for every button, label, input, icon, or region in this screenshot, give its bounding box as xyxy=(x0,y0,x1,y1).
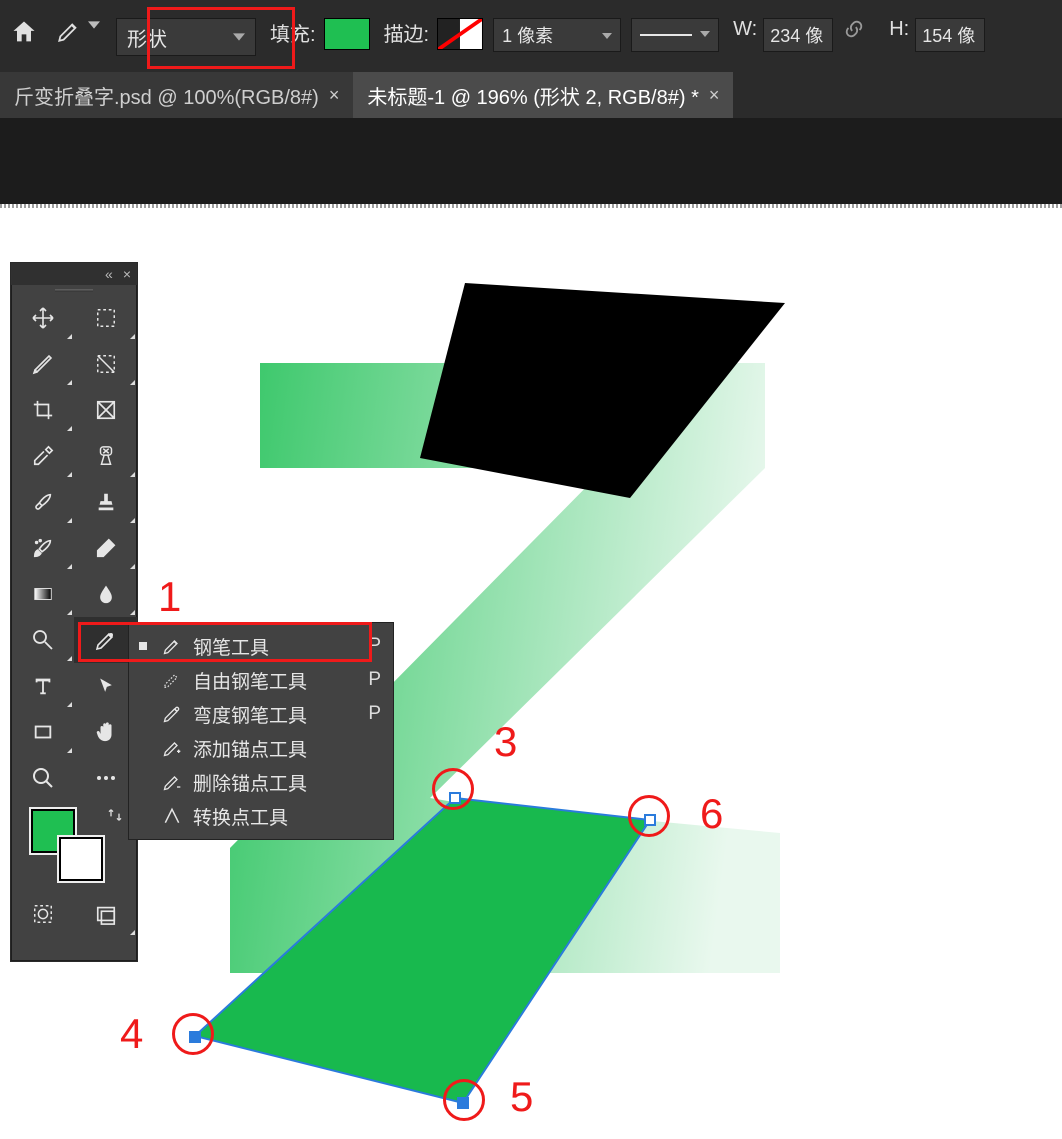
width-label: W: xyxy=(733,18,757,41)
fill-swatch[interactable] xyxy=(324,18,370,50)
brush-tool-icon[interactable] xyxy=(11,479,74,525)
stroke-width-value: 1 像素 xyxy=(502,22,553,48)
height-field[interactable]: 154 像 xyxy=(915,18,985,52)
chevron-down-icon xyxy=(700,26,710,44)
document-tabs: 斤变折叠字.psd @ 100%(RGB/8#) × 未标题-1 @ 196% … xyxy=(0,72,1062,118)
toolbox-footer xyxy=(11,891,137,937)
quickmask-icon[interactable] xyxy=(11,891,74,937)
rectangle-tool-icon[interactable] xyxy=(11,709,74,755)
tab-label: 未标题-1 @ 196% (形状 2, RGB/8#) * xyxy=(367,81,699,110)
collapse-icon[interactable]: « xyxy=(105,266,113,282)
pen-tool-icon[interactable] xyxy=(56,18,82,49)
toolbox-grid xyxy=(11,295,137,801)
stroke-label: 描边: xyxy=(384,18,430,47)
frame-tool-icon[interactable] xyxy=(74,387,137,433)
toolbox-header: « × xyxy=(11,263,137,285)
stroke-style-preview xyxy=(640,34,692,36)
annotation-number-4: 4 xyxy=(120,1010,143,1058)
marquee-tool-icon[interactable] xyxy=(74,295,137,341)
document-window-gap xyxy=(0,118,1062,204)
stamp-tool-icon[interactable] xyxy=(74,479,137,525)
flyout-shortcut: P xyxy=(368,703,381,725)
type-tool-icon[interactable] xyxy=(11,663,74,709)
lasso-tool-icon[interactable] xyxy=(11,341,74,387)
delete-anchor-icon xyxy=(159,772,185,792)
tool-mode-select[interactable]: 形状 xyxy=(116,18,256,56)
tool-preset-caret-icon[interactable] xyxy=(88,18,100,36)
link-dimensions-icon[interactable] xyxy=(843,18,865,45)
freeform-pen-icon xyxy=(159,670,185,690)
toolbox-panel: « × xyxy=(10,262,138,962)
annotation-number-3: 3 xyxy=(494,718,517,766)
swap-colors-icon[interactable] xyxy=(107,807,123,828)
height-value: 154 像 xyxy=(922,22,975,48)
history-brush-tool-icon[interactable] xyxy=(11,525,74,571)
stroke-width-field[interactable]: 1 像素 xyxy=(493,18,621,52)
flyout-item-freeform-pen[interactable]: 自由钢笔工具 P xyxy=(129,663,393,697)
toolbox-grip[interactable] xyxy=(11,285,137,295)
move-tool-icon[interactable] xyxy=(11,295,74,341)
flyout-label: 添加锚点工具 xyxy=(193,735,307,762)
width-field[interactable]: 234 像 xyxy=(763,18,833,52)
pen-icon xyxy=(159,636,185,656)
flyout-label: 删除锚点工具 xyxy=(193,769,307,796)
tab-document-2[interactable]: 未标题-1 @ 196% (形状 2, RGB/8#) * × xyxy=(353,72,733,118)
tab-label: 斤变折叠字.psd @ 100%(RGB/8#) xyxy=(14,81,319,110)
tab-document-1[interactable]: 斤变折叠字.psd @ 100%(RGB/8#) × xyxy=(0,72,353,118)
flyout-item-pen[interactable]: 钢笔工具 P xyxy=(129,629,393,663)
close-icon[interactable]: × xyxy=(709,85,720,106)
flyout-label: 钢笔工具 xyxy=(193,633,269,660)
flyout-item-curvature-pen[interactable]: 弯度钢笔工具 P xyxy=(129,697,393,731)
healing-tool-icon[interactable] xyxy=(74,433,137,479)
chevron-down-icon xyxy=(233,26,245,49)
stroke-style-select[interactable] xyxy=(631,18,719,52)
annotation-number-1: 1 xyxy=(158,573,181,621)
color-swatches xyxy=(11,801,137,891)
chevron-down-icon xyxy=(602,25,612,46)
flyout-label: 弯度钢笔工具 xyxy=(193,701,307,728)
blur-tool-icon[interactable] xyxy=(74,571,137,617)
options-bar: 形状 填充: 描边: 1 像素 W: 234 像 H: 154 像 xyxy=(0,0,1062,72)
flyout-item-convert-point[interactable]: 转换点工具 xyxy=(129,799,393,833)
gradient-tool-icon[interactable] xyxy=(11,571,74,617)
home-icon[interactable] xyxy=(10,18,38,51)
selected-dot-icon xyxy=(139,642,147,650)
crop-tool-icon[interactable] xyxy=(11,387,74,433)
curvature-pen-icon xyxy=(159,704,185,724)
annotation-number-6: 6 xyxy=(700,790,723,838)
dodge-tool-icon[interactable] xyxy=(11,617,74,663)
stroke-swatch[interactable] xyxy=(437,18,483,50)
flyout-item-add-anchor[interactable]: 添加锚点工具 xyxy=(129,731,393,765)
width-value: 234 像 xyxy=(770,22,823,48)
screenmode-icon[interactable] xyxy=(74,891,137,937)
close-icon[interactable]: × xyxy=(329,85,340,106)
close-icon[interactable]: × xyxy=(123,266,131,282)
quick-select-tool-icon[interactable] xyxy=(74,341,137,387)
annotation-number-5: 5 xyxy=(510,1073,533,1121)
flyout-shortcut: P xyxy=(368,669,381,691)
convert-point-icon xyxy=(159,806,185,826)
zoom-tool-icon[interactable] xyxy=(11,755,74,801)
fill-label: 填充: xyxy=(270,18,316,47)
background-swatch[interactable] xyxy=(59,837,103,881)
tool-mode-label: 形状 xyxy=(127,23,167,52)
flyout-label: 自由钢笔工具 xyxy=(193,667,307,694)
height-label: H: xyxy=(889,18,909,41)
eyedropper-tool-icon[interactable] xyxy=(11,433,74,479)
flyout-item-delete-anchor[interactable]: 删除锚点工具 xyxy=(129,765,393,799)
flyout-label: 转换点工具 xyxy=(193,803,288,830)
eraser-tool-icon[interactable] xyxy=(74,525,137,571)
pen-tool-flyout: 钢笔工具 P 自由钢笔工具 P 弯度钢笔工具 P 添加锚点工具 删除锚点工具 转… xyxy=(128,622,394,840)
flyout-shortcut: P xyxy=(368,635,381,657)
add-anchor-icon xyxy=(159,738,185,758)
